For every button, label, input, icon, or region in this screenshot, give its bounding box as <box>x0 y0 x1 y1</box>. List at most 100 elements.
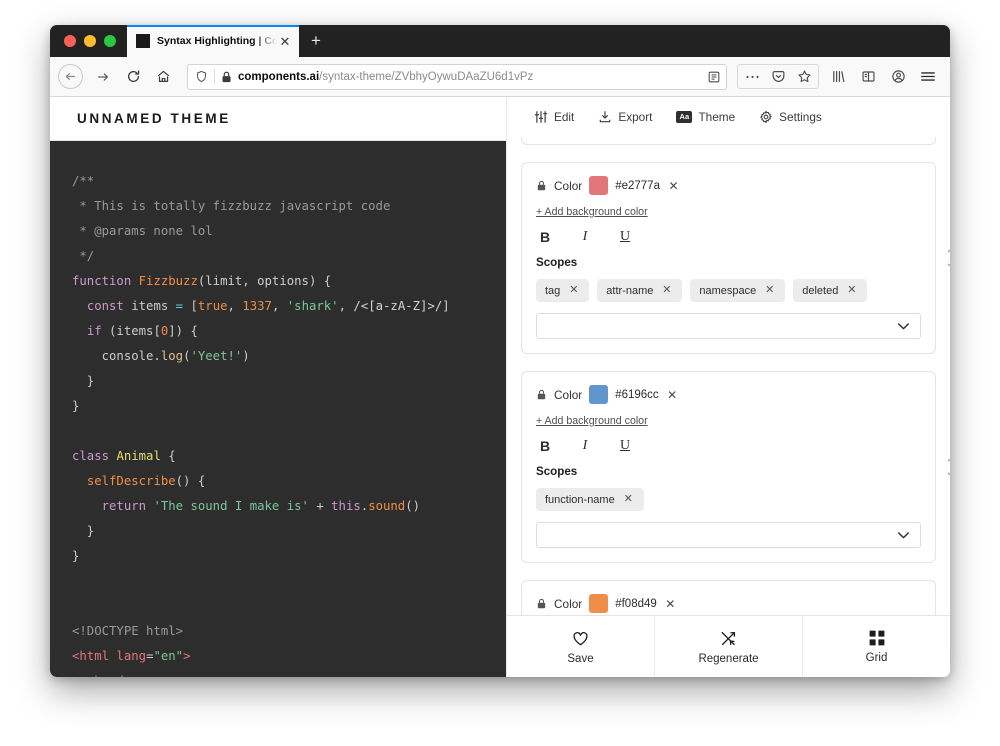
remove-scope-icon[interactable]: ✕ <box>622 493 635 506</box>
window-minimize-button[interactable] <box>84 35 96 47</box>
code-token: log <box>161 349 183 363</box>
code-token: /** <box>72 174 94 188</box>
code-line: * @params none lol <box>50 219 506 244</box>
code-token: sound <box>368 499 405 513</box>
sidebar-icon[interactable] <box>854 63 882 91</box>
color-card-partial[interactable] <box>521 137 936 145</box>
code-line: */ <box>50 244 506 269</box>
chevron-up-icon[interactable] <box>947 455 950 463</box>
code-line <box>50 419 506 444</box>
reader-view-icon[interactable] <box>707 70 721 84</box>
tab-export[interactable]: Export <box>598 110 652 124</box>
app-header: UNNAMED THEME <box>50 97 506 141</box>
regenerate-label: Regenerate <box>698 653 758 665</box>
code-line <box>50 594 506 619</box>
color-swatch[interactable] <box>589 594 608 613</box>
controls-panel: Edit Export Aa Theme <box>506 97 950 677</box>
home-icon[interactable] <box>149 63 177 91</box>
lock-icon[interactable] <box>536 598 547 609</box>
color-row: Color#e2777a✕ <box>536 176 921 195</box>
code-token: function <box>72 274 139 288</box>
underline-button[interactable]: U <box>618 438 632 454</box>
window-maximize-button[interactable] <box>104 35 116 47</box>
scope-chip[interactable]: function-name✕ <box>536 488 644 511</box>
account-icon[interactable] <box>884 63 912 91</box>
code-token: class <box>72 449 109 463</box>
shield-icon[interactable] <box>195 70 208 83</box>
url-text[interactable]: components.ai/syntax-theme/ZVbhyOywuDAaZ… <box>238 71 701 83</box>
chevron-down-icon[interactable] <box>947 471 950 479</box>
code-token: } <box>72 524 94 538</box>
url-bar[interactable]: components.ai/syntax-theme/ZVbhyOywuDAaZ… <box>187 64 727 90</box>
lock-icon[interactable] <box>221 71 232 83</box>
scope-chip-label: deleted <box>802 285 838 297</box>
scope-chip[interactable]: tag✕ <box>536 279 589 302</box>
add-background-color-link[interactable]: + Add background color <box>536 206 648 218</box>
color-card-list[interactable]: Color#e2777a✕+ Add background colorBIUSc… <box>507 137 950 615</box>
chevron-up-icon[interactable] <box>947 246 950 254</box>
chevron-down-icon[interactable] <box>947 262 950 270</box>
code-token: ]) { <box>168 324 198 338</box>
scope-chip-list: function-name✕ <box>536 488 921 511</box>
code-token: items <box>124 299 176 313</box>
code-token <box>72 499 102 513</box>
code-token <box>72 324 87 338</box>
regenerate-button[interactable]: Regenerate <box>654 616 802 677</box>
scope-select[interactable] <box>536 522 921 548</box>
ellipsis-icon[interactable] <box>739 65 765 89</box>
tab-theme[interactable]: Aa Theme <box>676 110 735 124</box>
color-swatch[interactable] <box>589 176 608 195</box>
code-token: this <box>331 499 361 513</box>
bold-button[interactable]: B <box>538 229 552 245</box>
remove-color-icon[interactable]: ✕ <box>664 597 677 610</box>
color-card[interactable]: Color#f08d49✕+ Add background colorBIUSc… <box>521 580 936 615</box>
remove-color-icon[interactable]: ✕ <box>666 388 679 401</box>
color-hex-value[interactable]: #f08d49 <box>615 598 657 610</box>
italic-button[interactable]: I <box>578 229 592 245</box>
color-card[interactable]: Color#e2777a✕+ Add background colorBIUSc… <box>521 162 936 354</box>
scope-chip[interactable]: deleted ✕ <box>793 279 867 302</box>
tab-settings[interactable]: Settings <box>759 110 822 124</box>
menu-icon[interactable] <box>914 63 942 91</box>
reload-icon[interactable] <box>119 63 147 91</box>
color-swatch[interactable] <box>589 385 608 404</box>
scope-chip[interactable]: attr-name✕ <box>597 279 682 302</box>
color-card[interactable]: Color#6196cc✕+ Add background colorBIUSc… <box>521 371 936 563</box>
italic-button[interactable]: I <box>578 438 592 454</box>
window-close-button[interactable] <box>64 35 76 47</box>
remove-scope-icon[interactable]: ✕ <box>567 284 580 297</box>
underline-button[interactable]: U <box>618 229 632 245</box>
pocket-icon[interactable] <box>765 65 791 89</box>
page-title: UNNAMED THEME <box>77 111 231 126</box>
grid-button[interactable]: Grid <box>802 616 950 677</box>
lock-icon[interactable] <box>536 389 547 400</box>
star-icon[interactable] <box>791 65 817 89</box>
bold-button[interactable]: B <box>538 438 552 454</box>
scope-select[interactable] <box>536 313 921 339</box>
library-icon[interactable] <box>824 63 852 91</box>
remove-scope-icon[interactable]: ✕ <box>845 284 858 297</box>
lock-icon[interactable] <box>536 180 547 191</box>
new-tab-button[interactable]: + <box>299 25 333 57</box>
code-line: console.log('Yeet!') <box>50 344 506 369</box>
chevron-down-icon <box>897 531 910 539</box>
color-hex-value[interactable]: #6196cc <box>615 389 658 401</box>
browser-tab[interactable]: Syntax Highlighting | Compone ✕ <box>127 25 299 57</box>
code-token: } <box>72 399 79 413</box>
back-icon[interactable] <box>58 64 83 89</box>
remove-scope-icon[interactable]: ✕ <box>763 284 776 297</box>
code-token <box>72 474 87 488</box>
tab-edit[interactable]: Edit <box>534 110 574 124</box>
scope-chip[interactable]: namespace✕ <box>690 279 785 302</box>
code-token: } <box>72 549 79 563</box>
code-line: <html lang="en"> <box>50 644 506 669</box>
color-hex-value[interactable]: #e2777a <box>615 180 660 192</box>
code-token: (items[ <box>102 324 161 338</box>
remove-scope-icon[interactable]: ✕ <box>660 284 673 297</box>
forward-icon[interactable] <box>89 63 117 91</box>
save-button[interactable]: Save <box>507 616 654 677</box>
code-token <box>72 674 87 677</box>
add-background-color-link[interactable]: + Add background color <box>536 415 648 427</box>
remove-color-icon[interactable]: ✕ <box>667 179 680 192</box>
close-icon[interactable]: ✕ <box>277 33 293 49</box>
